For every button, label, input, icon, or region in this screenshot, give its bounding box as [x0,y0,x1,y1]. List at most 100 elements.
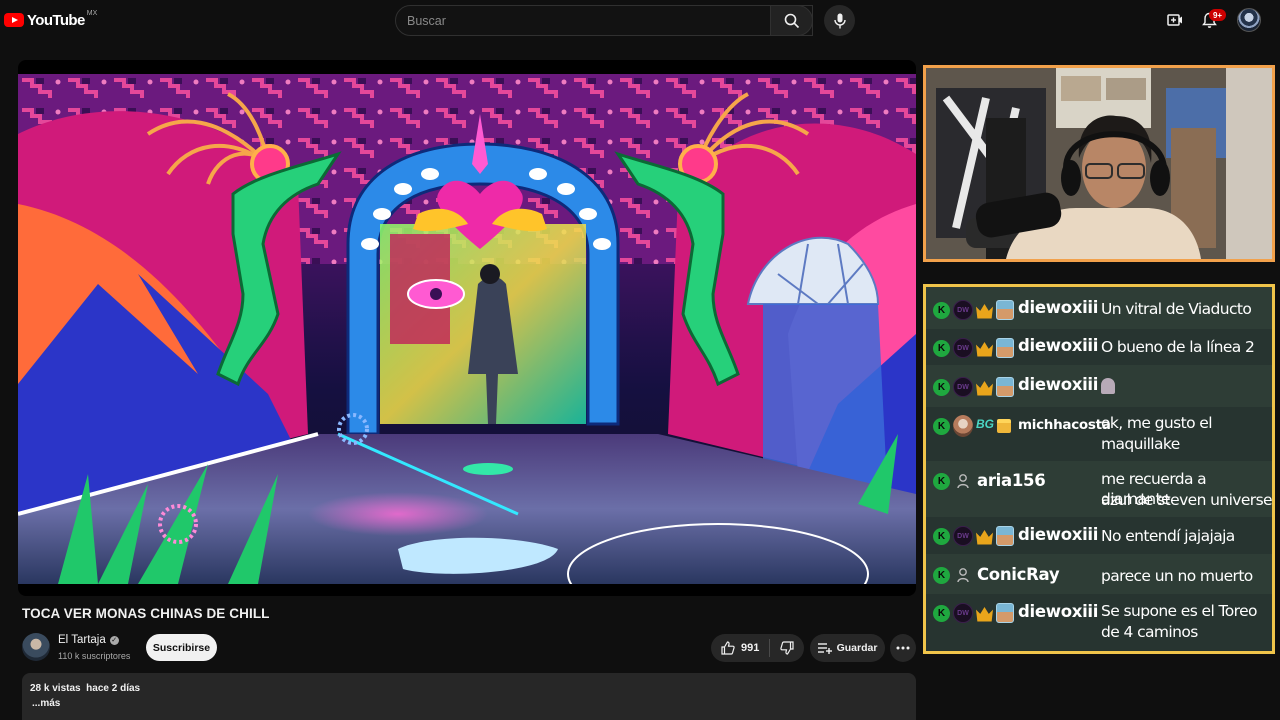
kick-badge: K [933,566,950,584]
chat-text-line2: azul de steven universe [1101,491,1272,509]
chat-message: K aria156 me recuerda a diamante azul de… [926,463,1272,517]
chat-username: aria156 [977,471,1046,490]
chat-text: O bueno de la línea 2 [1101,338,1255,356]
chat-username: diewoxiii [1018,336,1099,355]
chat-badges: K DW [933,300,1014,320]
chat-text-line2: maquillake [1101,435,1180,453]
crown-badge [976,381,993,396]
chat-username: ConicRay [977,565,1060,584]
chat-badges: K [933,472,970,490]
chat-badges: K [933,566,970,584]
webcam-image [926,68,1272,259]
video-title: TOCA VER MONAS CHINAS DE CHILL [22,606,270,621]
dislike-button[interactable] [770,634,804,662]
create-button[interactable] [1164,9,1186,31]
channel-badge: DW [953,603,973,623]
channel-badge: DW [953,377,973,397]
chat-badges: K DW [933,338,1014,358]
chat-message: K DW diewoxiii [926,368,1272,404]
gift-icon [997,419,1011,433]
chat-overlay: K DW diewoxiii Un vitral de Viaducto K D… [923,284,1275,654]
view-count: 28 k vistas [30,683,81,694]
top-bar: YouTube MX Buscar 9+ [0,0,1280,40]
bg-badge: BG [976,417,994,431]
like-button[interactable]: 991 [711,634,769,662]
kick-badge: K [933,301,950,319]
channel-badge: DW [953,300,973,320]
youtube-logo[interactable]: YouTube MX [4,8,97,32]
user-icon [956,472,970,490]
user-icon [956,566,970,584]
user-avatar-badge [953,415,973,437]
stage-scene-image [18,74,916,584]
chat-text: Un vitral de Viaducto [1101,300,1252,318]
channel-name: El Tartaja [58,634,106,646]
account-avatar[interactable] [1237,8,1261,32]
search-input[interactable]: Buscar [395,5,813,36]
video-player[interactable] [18,60,916,596]
chat-text: No entendí jajajaja [1101,527,1235,545]
chat-text-line1: Se supone es el Toreo [1101,602,1257,620]
crown-badge [976,607,993,622]
kick-badge: K [933,339,950,357]
more-horizontal-icon [896,646,910,650]
search-icon [784,13,799,28]
chat-badges: K DW [933,603,1014,623]
channel-badge: DW [953,526,973,546]
chat-username: diewoxiii [1018,298,1099,317]
chat-message: K DW diewoxiii No entendí jajajaja [926,517,1272,554]
save-button[interactable]: Guardar [810,634,885,662]
sub-badge [996,603,1014,623]
chat-username: diewoxiii [1018,602,1099,621]
microphone-icon [833,13,846,28]
kick-badge: K [933,604,950,622]
crown-badge [976,304,993,319]
show-more-link[interactable]: ...más [32,698,60,709]
chat-message: K BG michhacosta ok, me gusto el maquill… [926,407,1272,461]
create-video-icon [1167,14,1182,26]
channel-name-link[interactable]: El Tartaja ✓ [58,634,119,646]
thumbs-up-icon [721,641,735,655]
sub-badge [996,300,1014,320]
chat-badges: K DW [933,377,1014,397]
region-code: MX [86,10,98,17]
chat-message: K DW diewoxiii Se supone es el Toreo de … [926,594,1272,651]
save-label: Guardar [836,642,878,654]
search-placeholder: Buscar [407,13,446,28]
subscriber-count: 110 k suscriptores [58,651,131,661]
sub-badge [996,526,1014,546]
like-count: 991 [741,642,760,654]
chat-username: diewoxiii [1018,525,1099,544]
add-to-playlist-icon [817,643,832,654]
more-actions-button[interactable] [890,634,916,662]
crown-badge [976,342,993,357]
video-meta: 28 k vistas hace 2 días [30,683,140,694]
video-frame [18,74,916,584]
chat-username: diewoxiii [1018,375,1099,394]
thumbs-down-icon [780,641,794,655]
chat-badges: K BG [933,415,1011,437]
like-dislike-group: 991 [711,634,804,662]
description-box[interactable]: 28 k vistas hace 2 días ...más [22,673,916,720]
youtube-play-icon [4,13,24,27]
kick-badge: K [933,527,950,545]
upload-date: hace 2 días [86,683,141,694]
channel-avatar[interactable] [22,633,50,661]
streamer-webcam [923,65,1275,262]
search-button[interactable] [770,5,813,36]
sub-badge [996,338,1014,358]
chat-text-line2: de 4 caminos [1101,623,1198,641]
subscribe-button[interactable]: Suscribirse [146,634,217,661]
chat-username: michhacosta [1018,417,1111,433]
kick-badge: K [933,417,950,435]
emote-icon [1101,377,1115,395]
voice-search-button[interactable] [824,5,855,36]
channel-badge: DW [953,338,973,358]
logo-text: YouTube [27,11,85,29]
chat-text: parece un no muerto [1101,567,1253,585]
crown-badge [976,530,993,545]
chat-badges: K DW [933,526,1014,546]
notification-badge: 9+ [1209,9,1226,21]
kick-badge: K [933,378,950,396]
chat-message: K DW diewoxiii Un vitral de Viaducto [926,290,1272,326]
